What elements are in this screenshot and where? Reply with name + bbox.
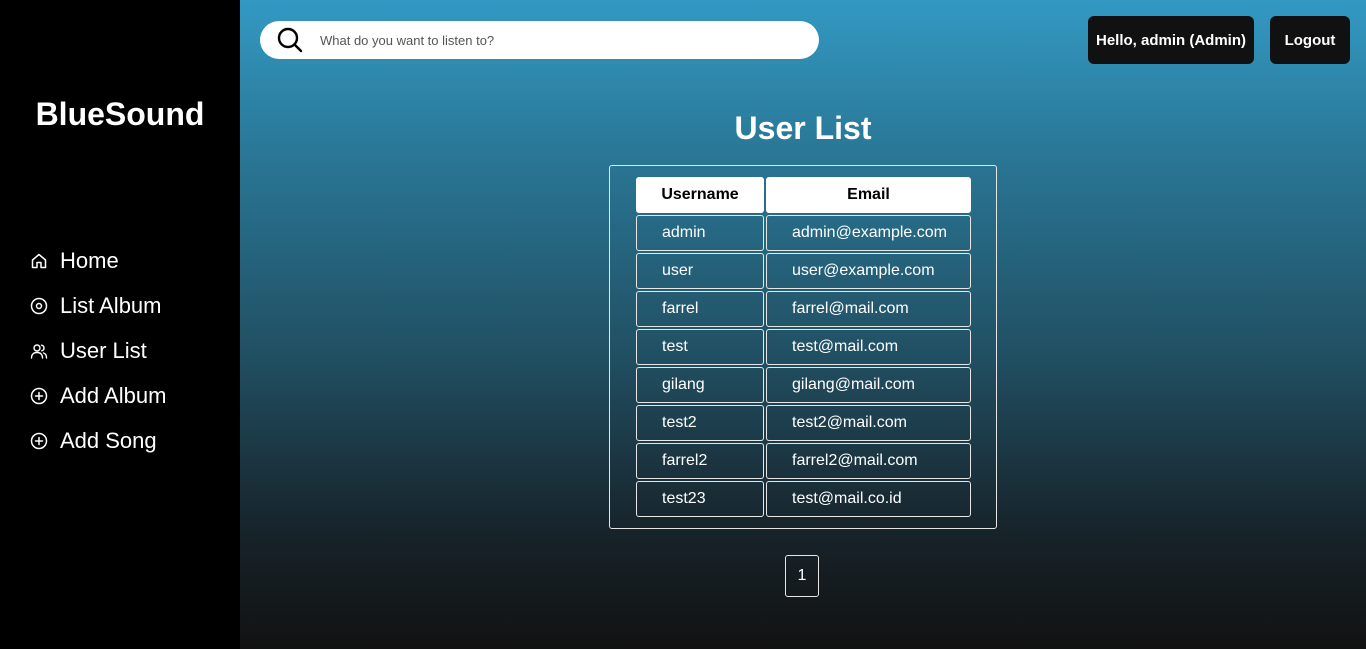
search-input[interactable] [318,24,819,56]
email-cell: test@mail.co.id [766,481,971,517]
username-cell: test23 [636,481,764,517]
search-icon[interactable] [276,26,304,54]
sidebar-item-label: List Album [60,292,162,318]
table-row: user user@example.com [636,253,971,289]
sidebar-item-label: Home [60,247,119,273]
email-cell: user@example.com [766,253,971,289]
username-cell: test2 [636,405,764,441]
column-header-username: Username [636,177,764,213]
email-cell: farrel@mail.com [766,291,971,327]
table-row: farrel farrel@mail.com [636,291,971,327]
email-cell: test@mail.com [766,329,971,365]
plus-circle-icon [30,387,48,405]
sidebar-item-add-song[interactable]: Add Song [30,418,166,463]
username-cell: gilang [636,367,764,403]
sidebar-nav: Home List Album User List Add Album Add … [30,238,166,463]
home-icon [30,252,48,270]
email-cell: gilang@mail.com [766,367,971,403]
brand-logo[interactable]: BlueSound [0,96,240,133]
username-cell: user [636,253,764,289]
email-cell: test2@mail.com [766,405,971,441]
plus-circle-icon [30,432,48,450]
email-cell: admin@example.com [766,215,971,251]
search-bar[interactable] [260,21,819,59]
table-header-row: Username Email [636,177,971,213]
table-row: test2 test2@mail.com [636,405,971,441]
email-cell: farrel2@mail.com [766,443,971,479]
username-cell: test [636,329,764,365]
table-row: admin admin@example.com [636,215,971,251]
logout-button[interactable]: Logout [1270,16,1350,64]
sidebar-item-label: User List [60,337,147,363]
user-table-container: Username Email admin admin@example.com u… [609,165,997,529]
table-row: test test@mail.com [636,329,971,365]
user-greeting-button[interactable]: Hello, admin (Admin) [1088,16,1254,64]
sidebar: BlueSound Home List Album User List Add … [0,0,240,649]
page-title: User List [734,110,872,146]
username-cell: farrel [636,291,764,327]
table-row: farrel2 farrel2@mail.com [636,443,971,479]
users-icon [30,342,48,360]
table-row: gilang gilang@mail.com [636,367,971,403]
username-cell: admin [636,215,764,251]
main-content: Hello, admin (Admin) Logout User List Us… [240,0,1366,649]
user-table: Username Email admin admin@example.com u… [634,175,973,519]
disc-icon [30,297,48,315]
sidebar-item-home[interactable]: Home [30,238,166,283]
app-root: BlueSound Home List Album User List Add … [0,0,1366,649]
sidebar-item-list-album[interactable]: List Album [30,283,166,328]
sidebar-item-label: Add Song [60,427,157,453]
column-header-email: Email [766,177,971,213]
sidebar-item-label: Add Album [60,382,167,408]
pagination-page-button[interactable]: 1 [785,555,819,597]
table-row: test23 test@mail.co.id [636,481,971,517]
sidebar-item-add-album[interactable]: Add Album [30,373,166,418]
username-cell: farrel2 [636,443,764,479]
sidebar-item-user-list[interactable]: User List [30,328,166,373]
